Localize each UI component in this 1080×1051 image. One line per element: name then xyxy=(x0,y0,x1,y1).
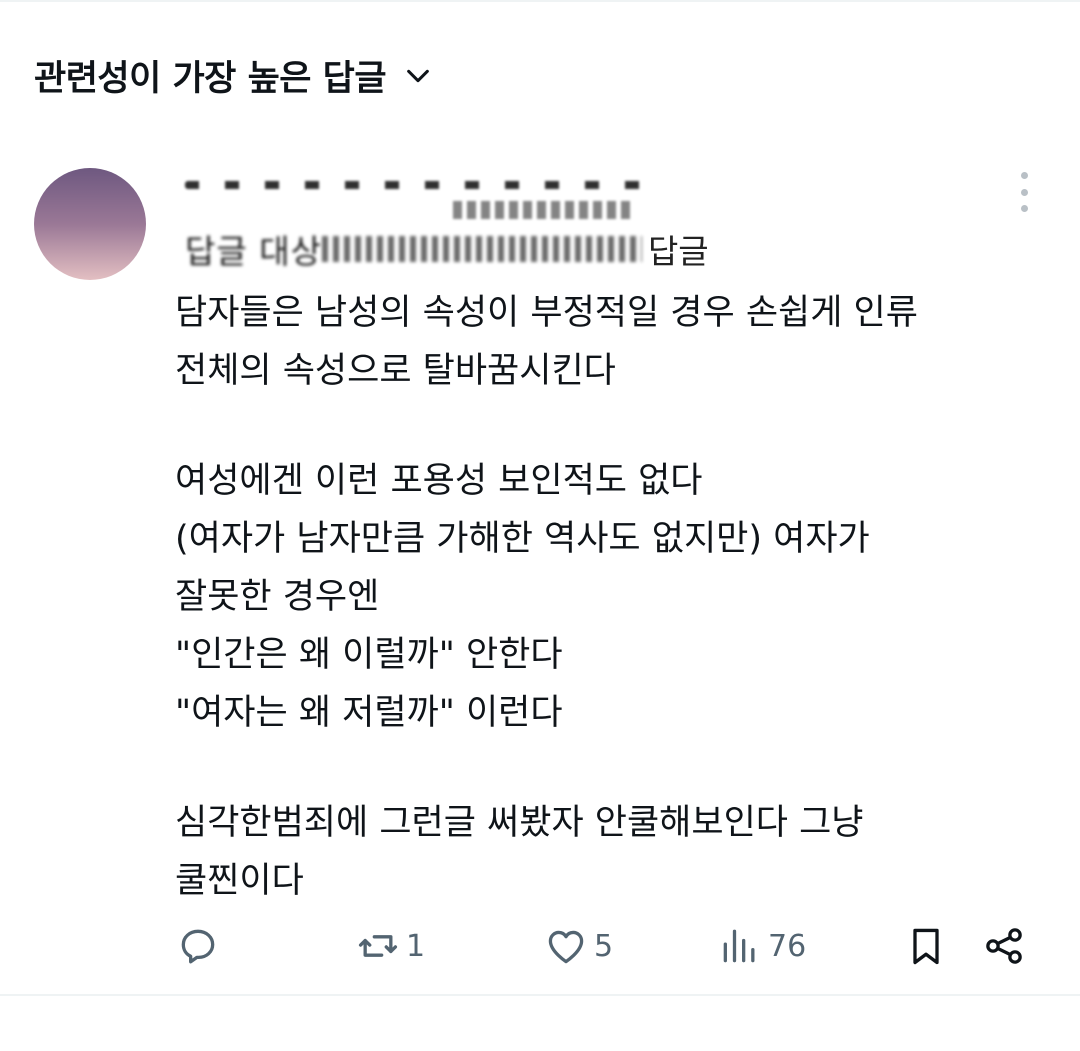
body-line: 담자들은 남성의 속성이 부정적일 경우 손쉽게 인류 xyxy=(175,293,918,333)
reply-label: 답글 xyxy=(647,232,709,271)
like-count: 5 xyxy=(594,928,614,964)
share-button[interactable] xyxy=(982,916,1026,976)
post-body: 담자들은 남성의 속성이 부정적일 경우 손쉽게 인류 전체의 속성으로 탈바꿈… xyxy=(175,284,1035,910)
reply-meta: 답글 대상 답글 xyxy=(185,175,865,275)
repost-button[interactable]: 1 xyxy=(356,916,425,976)
body-line: "인간은 왜 이럴까" 안한다 xyxy=(175,635,563,675)
body-line: 잘못한 경우엔 xyxy=(175,577,380,617)
body-line: 심각한범죄에 그런글 써봤자 안쿨해보인다 그냥 xyxy=(175,803,864,843)
bottom-divider xyxy=(0,994,1080,996)
bookmark-button[interactable] xyxy=(904,916,948,976)
redacted-mention xyxy=(321,236,642,262)
chevron-down-icon xyxy=(407,69,429,82)
sort-replies-dropdown[interactable]: 관련성이 가장 높은 답글 xyxy=(34,50,432,101)
sort-label: 관련성이 가장 높은 답글 xyxy=(34,59,387,99)
bookmark-icon xyxy=(913,928,939,965)
reply-button[interactable] xyxy=(176,916,226,976)
more-icon[interactable] xyxy=(1012,172,1036,212)
reply-to-redacted: 답글 대상 xyxy=(185,232,322,271)
avatar[interactable] xyxy=(34,168,146,280)
body-line: 쿨찐이다 xyxy=(175,861,304,901)
repost-icon xyxy=(358,935,398,957)
like-button[interactable]: 5 xyxy=(544,916,613,976)
body-line: (여자가 남자만큼 가해한 역사도 없지만) 여자가 xyxy=(175,519,870,559)
redacted-username xyxy=(185,181,645,189)
redacted-handle xyxy=(453,201,633,219)
views-icon xyxy=(723,929,755,963)
repost-count: 1 xyxy=(406,928,426,964)
share-icon xyxy=(986,928,1022,964)
like-icon xyxy=(548,930,584,964)
reply-context: 답글 대상 답글 xyxy=(185,225,709,273)
body-line: 여성에겐 이런 포용성 보인적도 없다 xyxy=(175,461,703,501)
body-line: "여자는 왜 저럴까" 이런다 xyxy=(175,693,563,733)
views-button[interactable]: 76 xyxy=(718,916,806,976)
top-divider xyxy=(0,0,1080,2)
action-bar: 1 5 76 xyxy=(0,916,1080,976)
views-count: 76 xyxy=(768,928,807,964)
body-line: 전체의 속성으로 탈바꿈시킨다 xyxy=(175,351,616,391)
reply-icon xyxy=(181,929,215,964)
